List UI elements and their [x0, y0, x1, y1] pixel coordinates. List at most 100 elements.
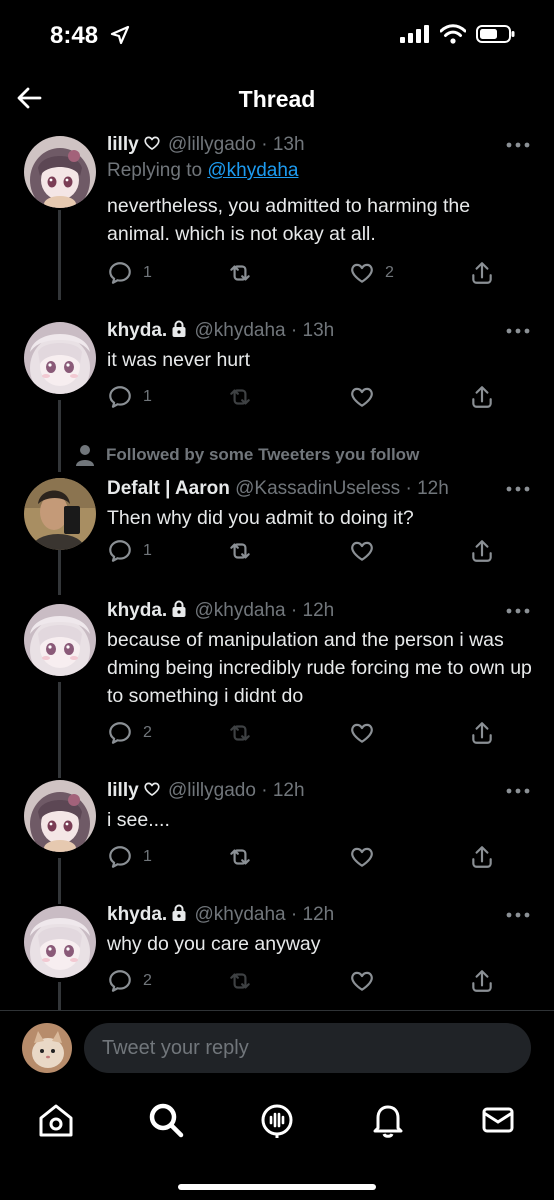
more-options-icon[interactable]	[504, 606, 532, 616]
page-title: Thread	[238, 86, 316, 112]
reply-icon	[107, 538, 133, 564]
retweet-button[interactable]	[227, 968, 263, 994]
author-name[interactable]: khyda.	[107, 904, 167, 925]
share-button[interactable]	[469, 720, 495, 746]
messages-icon[interactable]	[478, 1100, 518, 1140]
reply-button[interactable]: 1	[107, 844, 152, 870]
mention-link[interactable]: @khydaha	[207, 160, 298, 181]
more-options-icon[interactable]	[504, 140, 532, 150]
reply-count: 2	[143, 972, 152, 989]
author-name[interactable]: khyda.	[107, 600, 167, 621]
reply-count: 1	[143, 388, 152, 405]
author-handle[interactable]: @lillygado	[168, 780, 256, 801]
reply-icon	[107, 844, 133, 870]
share-button[interactable]	[469, 260, 495, 286]
tweet-actions: 2	[107, 968, 497, 996]
like-button[interactable]	[349, 384, 385, 410]
reply-icon	[107, 720, 133, 746]
retweet-icon	[227, 538, 253, 564]
retweet-icon	[227, 260, 253, 286]
tweet-text: it was never hurt	[107, 349, 251, 371]
more-options-icon[interactable]	[504, 484, 532, 494]
like-button[interactable]	[349, 844, 385, 870]
avatar[interactable]	[24, 906, 96, 978]
share-button[interactable]	[469, 384, 495, 410]
tweet-time[interactable]: 12h	[417, 478, 449, 499]
author-name[interactable]: lilly	[107, 134, 139, 155]
more-options-icon[interactable]	[504, 786, 532, 796]
retweet-button[interactable]	[227, 260, 263, 286]
more-options-icon[interactable]	[504, 326, 532, 336]
avatar[interactable]	[24, 322, 96, 394]
share-button[interactable]	[469, 968, 495, 994]
author-name[interactable]: Defalt | Aaron	[107, 478, 230, 499]
share-icon	[469, 844, 495, 870]
more-options-icon[interactable]	[504, 910, 532, 920]
retweet-icon	[227, 720, 253, 746]
avatar[interactable]	[24, 478, 96, 550]
tweet[interactable]: lilly @lillygado · 12h i see.... 1	[0, 776, 554, 886]
reply-button[interactable]: 2	[107, 720, 152, 746]
retweet-button[interactable]	[227, 384, 263, 410]
like-button[interactable]	[349, 720, 385, 746]
like-button[interactable]	[349, 538, 385, 564]
lock-icon	[171, 600, 187, 618]
separator: ·	[255, 780, 273, 801]
tweet[interactable]: lilly @lillygado · 13h Replying to @khyd…	[0, 130, 554, 310]
thread-list: lilly @lillygado · 13h Replying to @khyd…	[0, 130, 554, 1010]
heart-badge-icon	[143, 780, 161, 798]
author-name[interactable]: lilly	[107, 780, 139, 801]
search-icon[interactable]	[146, 1100, 186, 1140]
tweet-time[interactable]: 12h	[303, 600, 335, 621]
location-arrow-icon	[110, 25, 130, 45]
social-context: Followed by some Tweeters you follow	[76, 444, 419, 466]
tweet[interactable]: khyda. @khydaha · 12h why do you care an…	[0, 900, 554, 1010]
reply-count: 1	[143, 542, 152, 559]
like-icon	[349, 538, 375, 564]
avatar[interactable]	[24, 136, 96, 208]
author-handle[interactable]: @khydaha	[194, 904, 285, 925]
tweet-actions: 2	[107, 720, 497, 748]
author-handle[interactable]: @khydaha	[194, 320, 285, 341]
like-button[interactable]	[349, 968, 385, 994]
reply-button[interactable]: 1	[107, 384, 152, 410]
tweet-time[interactable]: 13h	[303, 320, 335, 341]
tweet[interactable]: khyda. @khydaha · 12h because of manipul…	[0, 596, 554, 766]
author-handle[interactable]: @KassadinUseless	[235, 478, 400, 499]
like-button[interactable]: 2	[349, 260, 394, 286]
tweet[interactable]: khyda. @khydaha · 13h it was never hurt …	[0, 316, 554, 436]
reply-button[interactable]: 2	[107, 968, 152, 994]
share-button[interactable]	[469, 538, 495, 564]
tweet-text: i see....	[107, 809, 170, 831]
retweet-button[interactable]	[227, 538, 263, 564]
share-button[interactable]	[469, 844, 495, 870]
notifications-icon[interactable]	[368, 1100, 408, 1140]
status-bar: 8:48	[0, 0, 554, 70]
retweet-button[interactable]	[227, 720, 263, 746]
reply-input[interactable]: Tweet your reply	[84, 1023, 531, 1073]
tweet-time[interactable]: 12h	[303, 904, 335, 925]
home-indicator[interactable]	[178, 1184, 376, 1190]
avatar[interactable]	[24, 780, 96, 852]
reply-count: 1	[143, 848, 152, 865]
avatar[interactable]	[24, 604, 96, 676]
retweet-button[interactable]	[227, 844, 263, 870]
reply-button[interactable]: 1	[107, 538, 152, 564]
like-icon	[349, 844, 375, 870]
reply-count: 1	[143, 264, 152, 281]
author-name[interactable]: khyda.	[107, 320, 167, 341]
tweet-time[interactable]: 13h	[273, 134, 305, 155]
tweet-time[interactable]: 12h	[273, 780, 305, 801]
person-icon	[76, 445, 94, 466]
tweet[interactable]: Defalt | Aaron @KassadinUseless · 12h Th…	[0, 474, 554, 584]
home-icon[interactable]	[36, 1100, 76, 1140]
battery-icon	[476, 25, 515, 43]
author-handle[interactable]: @lillygado	[168, 134, 256, 155]
spaces-icon[interactable]	[257, 1100, 297, 1140]
separator: ·	[285, 600, 303, 621]
author-handle[interactable]: @khydaha	[194, 600, 285, 621]
like-count: 2	[385, 264, 394, 281]
reply-button[interactable]: 1	[107, 260, 152, 286]
avatar[interactable]	[22, 1023, 72, 1073]
thread-header: Thread	[0, 70, 554, 130]
